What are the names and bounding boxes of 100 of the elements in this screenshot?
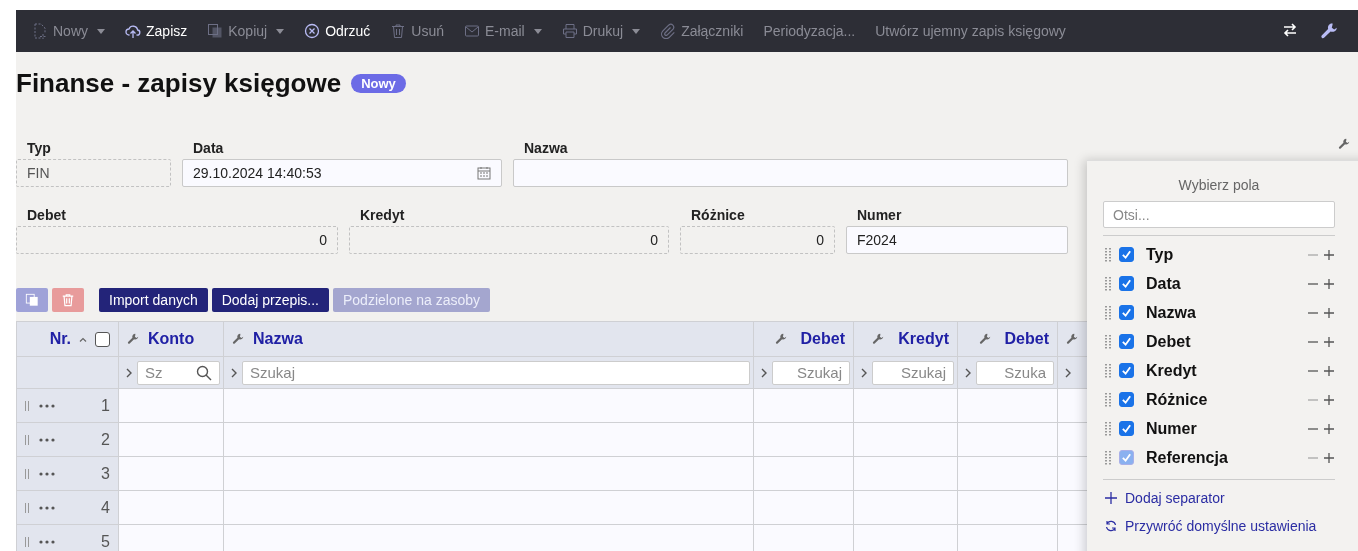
field-checkbox[interactable] <box>1119 305 1134 320</box>
field-checkbox[interactable] <box>1119 276 1134 291</box>
input-field[interactable] <box>513 159 1068 187</box>
toolbar-button[interactable]: Zapisz <box>115 10 198 52</box>
drag-handle-icon[interactable] <box>1105 421 1111 436</box>
wrench-icon[interactable] <box>127 333 139 345</box>
sort-icon[interactable] <box>79 336 87 342</box>
plus-button[interactable] <box>1323 248 1335 261</box>
more-icon[interactable] <box>39 403 55 408</box>
toolbar-icon <box>207 23 224 39</box>
field-checkbox[interactable] <box>1119 421 1134 436</box>
copy-icon <box>25 293 39 307</box>
wrench-icon[interactable] <box>232 333 244 345</box>
search-field[interactable]: Sz <box>137 360 220 385</box>
action-button[interactable]: Dodaj przepis... <box>211 288 329 312</box>
more-icon[interactable] <box>39 539 55 544</box>
field-checkbox[interactable] <box>1119 363 1134 378</box>
input-field: FIN <box>16 159 171 187</box>
field-label: Różnice <box>690 207 746 225</box>
wrench-icon[interactable] <box>1066 333 1078 345</box>
plus-icon <box>1324 423 1334 434</box>
select-all-checkbox[interactable] <box>95 331 110 347</box>
drag-handle-icon[interactable] <box>25 502 29 513</box>
wrench-icon[interactable] <box>978 333 991 345</box>
calendar-icon[interactable] <box>477 166 491 180</box>
plus-button[interactable] <box>1323 451 1335 464</box>
drag-handle-icon[interactable] <box>25 400 29 411</box>
field-name: Referencja <box>1146 448 1228 467</box>
toolbar-icon <box>32 23 48 39</box>
field-label: Numer <box>856 207 903 225</box>
chevron-icon[interactable] <box>1065 367 1071 378</box>
search-field[interactable]: Szukaj <box>242 360 750 385</box>
field-checkbox[interactable] <box>1119 392 1134 407</box>
action-button[interactable]: Import danych <box>99 288 208 312</box>
chevron-icon[interactable] <box>126 367 132 378</box>
caret-icon <box>276 28 285 34</box>
add-separator-link[interactable]: Dodaj separator <box>1103 484 1225 512</box>
swap-icon[interactable] <box>1282 22 1298 38</box>
chevron-icon[interactable] <box>965 367 971 378</box>
field-label: Data <box>192 140 225 158</box>
row-number: 5 <box>101 532 110 551</box>
chevron-icon[interactable] <box>231 367 237 378</box>
field-name: Nazwa <box>1146 303 1196 322</box>
drag-handle-icon[interactable] <box>25 468 29 479</box>
search-icon[interactable] <box>196 364 212 381</box>
drag-handle-icon[interactable] <box>1105 363 1111 378</box>
toolbar-icon <box>464 23 480 39</box>
search-field[interactable]: Szuka <box>976 360 1054 385</box>
row-number: 2 <box>101 430 110 449</box>
drag-handle-icon[interactable] <box>1105 276 1111 291</box>
wrench-icon[interactable] <box>774 333 787 345</box>
more-icon[interactable] <box>39 505 55 510</box>
plus-button[interactable] <box>1323 306 1335 319</box>
drag-handle-icon[interactable] <box>1105 450 1111 465</box>
toolbar-icon <box>660 23 677 39</box>
field-label: Debet <box>26 207 67 225</box>
page-title: Finanse - zapisy księgowe <box>16 67 342 99</box>
field-checkbox[interactable] <box>1119 247 1134 262</box>
date-field[interactable]: 29.10.2024 14:40:53 <box>182 159 502 187</box>
field-checkbox[interactable] <box>1119 334 1134 349</box>
plus-icon <box>1324 336 1334 347</box>
refresh-icon <box>1105 520 1117 532</box>
status-badge: Nowy <box>351 73 406 93</box>
input-field: 0 <box>16 226 338 254</box>
more-icon[interactable] <box>39 437 55 442</box>
drag-handle-icon[interactable] <box>25 434 29 445</box>
chevron-icon[interactable] <box>761 367 767 378</box>
wrench-icon[interactable] <box>872 333 885 345</box>
toolbar-icon <box>390 23 407 39</box>
input-field[interactable]: F2024 <box>846 226 1068 254</box>
drag-handle-icon[interactable] <box>1105 392 1111 407</box>
search-field[interactable]: Szukaj <box>872 360 954 385</box>
reset-link[interactable]: Przywróć domyślne ustawienia <box>1103 512 1317 540</box>
caret-icon <box>533 28 542 34</box>
wrench-icon[interactable] <box>1320 22 1338 40</box>
search-field[interactable]: Otsi... <box>1103 201 1335 228</box>
drag-handle-icon[interactable] <box>1105 334 1111 349</box>
plus-button[interactable] <box>1323 422 1335 435</box>
drag-handle-icon[interactable] <box>25 536 29 547</box>
toolbar-button[interactable]: Odrzuć <box>294 10 381 52</box>
more-icon[interactable] <box>39 471 55 476</box>
plus-button[interactable] <box>1323 335 1335 348</box>
drag-handle-icon[interactable] <box>1105 247 1111 262</box>
plus-icon <box>1105 492 1117 504</box>
plus-icon <box>1324 452 1334 463</box>
drag-handle-icon[interactable] <box>1105 305 1111 320</box>
wrench-icon[interactable] <box>1338 138 1350 150</box>
plus-button[interactable] <box>1323 277 1335 290</box>
column-header[interactable]: Nr. <box>49 330 71 348</box>
plus-button[interactable] <box>1323 364 1335 377</box>
plus-button[interactable] <box>1323 393 1335 406</box>
search-field[interactable]: Szukaj <box>772 360 850 385</box>
plus-icon <box>1324 278 1334 289</box>
plus-icon <box>1324 394 1334 405</box>
column-header[interactable]: Nazwa <box>253 330 303 348</box>
row-number: 4 <box>101 498 110 517</box>
field-name: Debet <box>1146 332 1191 351</box>
chevron-icon[interactable] <box>861 367 867 378</box>
caret-icon <box>632 28 641 34</box>
field-name: Kredyt <box>1146 361 1197 380</box>
